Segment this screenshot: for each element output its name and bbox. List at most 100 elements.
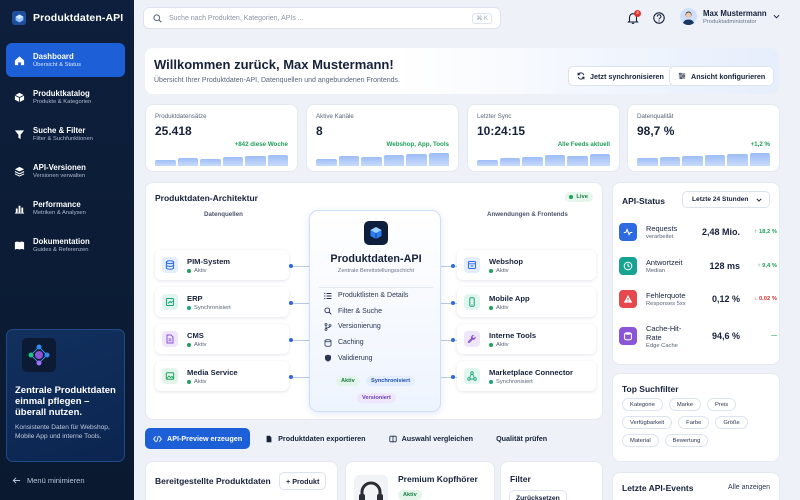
compare-icon bbox=[388, 435, 397, 442]
target-webshop[interactable]: Webshop Aktiv bbox=[457, 250, 596, 280]
headphones-icon bbox=[359, 481, 383, 500]
connector-dot bbox=[289, 338, 293, 342]
user-menu[interactable]: Max Mustermann Produktadministrator bbox=[680, 8, 780, 25]
box-icon bbox=[14, 92, 25, 102]
kpi-sparkline bbox=[155, 146, 288, 166]
status-sub: Responses 5xx bbox=[646, 301, 686, 307]
status-delta: ↑ 9,4 % bbox=[757, 263, 777, 269]
export-label: Produktdaten exportieren bbox=[278, 434, 366, 443]
api-preview-label: API-Preview erzeugen bbox=[167, 434, 243, 443]
sidebar-item-dokumentation[interactable]: Dokumentation Guides & Referenzen bbox=[6, 228, 125, 262]
notification-badge: 3 bbox=[634, 10, 641, 17]
show-all-link[interactable]: Alle anzeigen bbox=[728, 484, 770, 491]
hub-feature-list: Produktlisten & Details Filter & Suche V… bbox=[319, 287, 433, 366]
filter-chip[interactable]: Farbe bbox=[678, 416, 710, 429]
api-preview-button[interactable]: API-Preview erzeugen bbox=[145, 428, 251, 449]
source-media-service[interactable]: Media Service Aktiv bbox=[155, 361, 289, 391]
sidebar-item-label: Dokumentation bbox=[33, 237, 90, 246]
filter-chip[interactable]: Material bbox=[622, 434, 659, 447]
clock-icon bbox=[619, 257, 637, 275]
hub-feature-label: Caching bbox=[338, 339, 364, 347]
hub-pill-synced: Synchronisiert bbox=[366, 376, 416, 386]
time-range-select[interactable]: Letzte 24 Stunden bbox=[682, 191, 770, 208]
filter-chip[interactable]: Verfügbarkeit bbox=[622, 416, 673, 429]
target-mobile-app[interactable]: Mobile App Aktiv bbox=[457, 287, 596, 317]
sidebar-item-suche-filter[interactable]: Suche & Filter Filter & Suchfunktionen bbox=[6, 117, 125, 151]
promo-title: Zentrale Produktdaten einmal pflegen – ü… bbox=[15, 385, 116, 418]
status-dot bbox=[187, 268, 191, 273]
cube-logo-icon bbox=[12, 11, 26, 25]
shield-icon bbox=[325, 354, 331, 362]
status-dot bbox=[489, 379, 493, 384]
filter-chip[interactable]: Marke bbox=[668, 398, 701, 411]
sidebar-item-api-versionen[interactable]: API-Versionen Versionen verwalten bbox=[6, 154, 125, 188]
sparkline-bar bbox=[522, 157, 543, 166]
filter-chip[interactable]: Kategorie bbox=[622, 398, 663, 411]
source-pim[interactable]: PIM-System Aktiv bbox=[155, 250, 289, 280]
search-input[interactable]: Suche nach Produkten, Kategorien, APIs .… bbox=[143, 7, 501, 29]
reset-filter-button[interactable]: Zurücksetzen bbox=[509, 490, 567, 500]
help-icon[interactable] bbox=[652, 11, 666, 25]
target-status: Aktiv bbox=[496, 304, 509, 311]
image-icon bbox=[162, 368, 178, 384]
hub-feature: Validierung bbox=[319, 350, 433, 366]
collapse-menu-button[interactable]: Menü minimieren bbox=[12, 476, 85, 485]
collapse-label: Menü minimieren bbox=[27, 476, 85, 485]
status-delta: ↑ 18,2 % bbox=[754, 229, 777, 235]
filter-chip[interactable]: Größe bbox=[715, 416, 748, 429]
status-dot bbox=[489, 268, 493, 273]
sidebar-item-produktkatalog[interactable]: Produktkatalog Produkte & Kategorien bbox=[6, 80, 125, 114]
sparkline-bar bbox=[245, 156, 266, 166]
target-marketplace-connector[interactable]: Marketplace Connector Synchronisiert bbox=[457, 361, 596, 391]
filter-chip[interactable]: Preis bbox=[706, 398, 737, 411]
sparkline-bar bbox=[682, 156, 703, 166]
api-events-title: Letzte API-Events bbox=[622, 483, 694, 493]
sparkline-bar bbox=[406, 154, 427, 166]
target-internal-tools[interactable]: Interne Tools Aktiv bbox=[457, 324, 596, 354]
source-cms[interactable]: CMS Aktiv bbox=[155, 324, 289, 354]
sidebar-nav: Dashboard Übersicht & Status Produktkatal… bbox=[6, 43, 125, 265]
sparkline-bar bbox=[704, 155, 725, 166]
targets-heading: Anwendungen & Frontends bbox=[487, 211, 568, 218]
kpi-value: 98,7 % bbox=[637, 124, 675, 138]
kpi-sparkline bbox=[477, 146, 610, 166]
sidebar-item-dashboard[interactable]: Dashboard Übersicht & Status bbox=[6, 43, 125, 77]
add-product-button[interactable]: + Produkt bbox=[279, 472, 327, 490]
status-row-error-rate: Fehlerquote Responses 5xx 0,12 % ↓ 0,02 % bbox=[619, 284, 777, 314]
wrench-icon bbox=[464, 331, 480, 347]
kpi-sparkline bbox=[316, 146, 449, 166]
status-value: 128 ms bbox=[709, 261, 740, 271]
filter-chip[interactable]: Bewertung bbox=[664, 434, 709, 447]
sync-label: Jetzt synchronisieren bbox=[590, 71, 664, 81]
kpi-label: Letzter Sync bbox=[477, 113, 512, 120]
source-name: Media Service bbox=[187, 367, 238, 377]
architecture-title: Produktdaten-Architektur bbox=[155, 193, 258, 203]
export-button[interactable]: Produktdaten exportieren bbox=[257, 428, 373, 449]
compare-button[interactable]: Auswahl vergleichen bbox=[381, 428, 482, 449]
status-dot bbox=[187, 342, 191, 347]
quality-label: Qualität prüfen bbox=[496, 434, 548, 443]
status-dot bbox=[489, 305, 493, 310]
erp-icon bbox=[162, 294, 178, 310]
status-delta: ↓ 0,02 % bbox=[754, 296, 777, 302]
target-name: Marketplace Connector bbox=[489, 367, 573, 377]
kpi-card-last-sync: Letzter Sync 10:24:15 Alle Feeds aktuell bbox=[467, 104, 620, 172]
status-dot bbox=[187, 379, 191, 384]
sparkline-bar bbox=[727, 154, 748, 166]
connector bbox=[291, 340, 309, 341]
source-erp[interactable]: ERP Synchronisiert bbox=[155, 287, 289, 317]
live-badge: Live bbox=[565, 192, 593, 202]
brand[interactable]: Produktdaten-API bbox=[12, 11, 123, 25]
sidebar-item-performance[interactable]: Performance Metriken & Analysen bbox=[6, 191, 125, 225]
target-name: Interne Tools bbox=[489, 330, 537, 340]
connector bbox=[291, 377, 309, 378]
hub-feature: Versionierung bbox=[319, 319, 433, 335]
sparkline-bar bbox=[659, 157, 680, 166]
quality-check-button[interactable]: Qualität prüfen bbox=[488, 428, 555, 449]
api-hub[interactable]: Produktdaten-API Zentrale Bereitstellung… bbox=[309, 210, 441, 412]
hub-feature-label: Versionierung bbox=[338, 323, 381, 331]
configure-view-button[interactable]: Ansicht konfigurieren bbox=[669, 66, 775, 86]
sync-button[interactable]: Jetzt synchronisieren bbox=[568, 66, 673, 86]
connector-dot bbox=[451, 338, 455, 342]
product-status-badge: Aktiv bbox=[398, 490, 422, 500]
